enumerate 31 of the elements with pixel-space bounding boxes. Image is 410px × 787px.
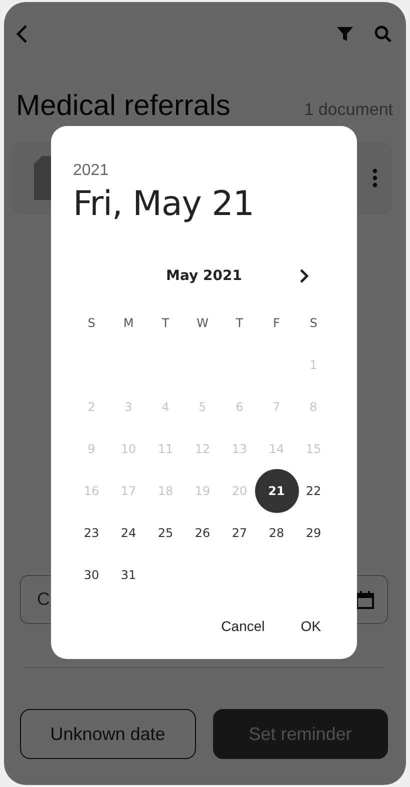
calendar-day[interactable]: 22 (298, 476, 328, 506)
weekday-label: S (310, 316, 318, 330)
calendar-day[interactable]: 28 (262, 518, 292, 548)
calendar-day[interactable]: 27 (224, 518, 254, 548)
calendar-day[interactable]: 25 (150, 518, 180, 548)
calendar-day[interactable]: 31 (114, 560, 144, 590)
selected-year[interactable]: 2021 (73, 162, 335, 180)
calendar-day[interactable]: 26 (188, 518, 218, 548)
month-label: May 2021 (166, 268, 242, 284)
selected-date: Fri, May 21 (73, 184, 255, 224)
back-icon[interactable] (14, 24, 30, 44)
calendar-day[interactable]: 30 (76, 560, 106, 590)
weekday-label: T (162, 316, 170, 330)
ok-button[interactable]: OK (300, 618, 321, 634)
weekday-label: T (236, 316, 244, 330)
page-title: Medical referrals (16, 90, 232, 123)
calendar-day[interactable]: 21 (254, 469, 298, 513)
search-icon[interactable] (374, 25, 392, 43)
cancel-button[interactable]: Cancel (221, 618, 265, 634)
next-month-icon[interactable] (299, 268, 309, 284)
calendar-icon[interactable] (355, 590, 375, 610)
weekday-label: F (273, 316, 280, 330)
weekday-label: W (196, 316, 208, 330)
calendar-day[interactable]: 23 (76, 518, 106, 548)
calendar-day[interactable]: 24 (114, 518, 144, 548)
unknown-date-button[interactable]: Unknown date (20, 709, 196, 759)
calendar-day[interactable]: 29 (298, 518, 328, 548)
more-icon[interactable] (372, 168, 378, 188)
filter-icon[interactable] (336, 25, 354, 43)
weekday-label: S (88, 316, 96, 330)
weekday-label: M (123, 316, 134, 330)
